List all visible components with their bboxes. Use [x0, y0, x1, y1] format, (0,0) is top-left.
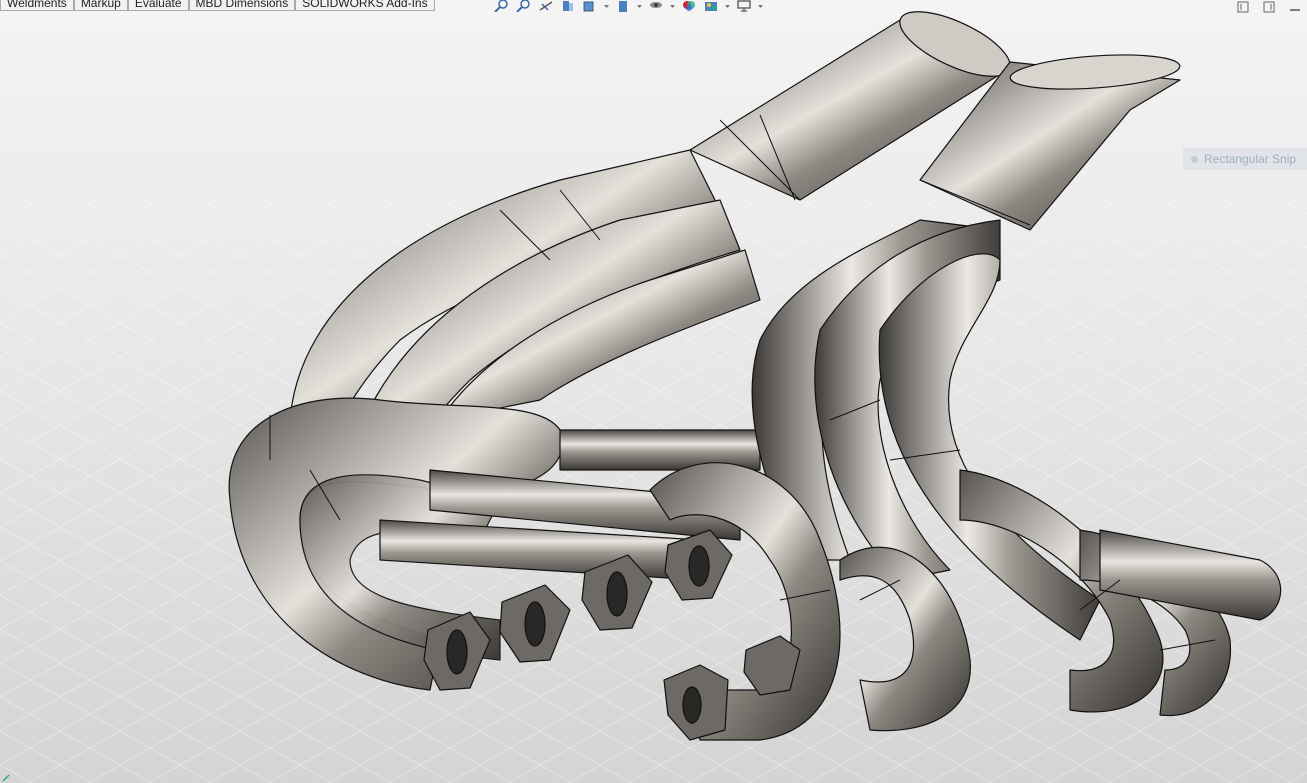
- view-settings-icon[interactable]: [735, 0, 753, 14]
- display-style-icon[interactable]: [614, 0, 632, 14]
- section-view-icon[interactable]: [559, 0, 577, 14]
- snip-label: Rectangular Snip: [1204, 152, 1297, 166]
- view-orientation-icon[interactable]: [581, 0, 599, 14]
- window-controls: [1235, 0, 1303, 13]
- tile-icon[interactable]: [1235, 0, 1251, 13]
- zoom-to-area-icon[interactable]: [515, 0, 533, 14]
- heads-up-view-toolbar: [493, 0, 764, 14]
- tab-weldments[interactable]: Weldments: [0, 0, 74, 11]
- chevron-down-icon[interactable]: [757, 0, 764, 14]
- chevron-down-icon[interactable]: [669, 0, 676, 14]
- previous-view-icon[interactable]: [537, 0, 555, 14]
- chevron-down-icon[interactable]: [603, 0, 610, 14]
- hide-show-items-icon[interactable]: [647, 0, 665, 14]
- apply-scene-icon[interactable]: [702, 0, 720, 14]
- edit-appearance-icon[interactable]: [680, 0, 698, 14]
- zoom-to-fit-icon[interactable]: [493, 0, 511, 14]
- minimize-icon[interactable]: [1287, 0, 1303, 12]
- tile-right-icon[interactable]: [1261, 0, 1277, 13]
- tab-solidworks-add-ins[interactable]: SOLIDWORKS Add-Ins: [295, 0, 435, 11]
- triad-origin-icon: [2, 774, 10, 782]
- tab-mbd-dimensions[interactable]: MBD Dimensions: [188, 0, 296, 11]
- chevron-down-icon[interactable]: [724, 0, 731, 14]
- graphics-area[interactable]: [0, 0, 1307, 783]
- chevron-down-icon[interactable]: [636, 0, 643, 14]
- tab-markup[interactable]: Markup: [73, 0, 128, 11]
- snip-icon: [1191, 155, 1198, 163]
- command-manager-tabs: Weldments Markup Evaluate MBD Dimensions…: [0, 0, 435, 11]
- tab-evaluate[interactable]: Evaluate: [127, 0, 189, 11]
- rectangular-snip-overlay[interactable]: Rectangular Snip: [1183, 148, 1307, 170]
